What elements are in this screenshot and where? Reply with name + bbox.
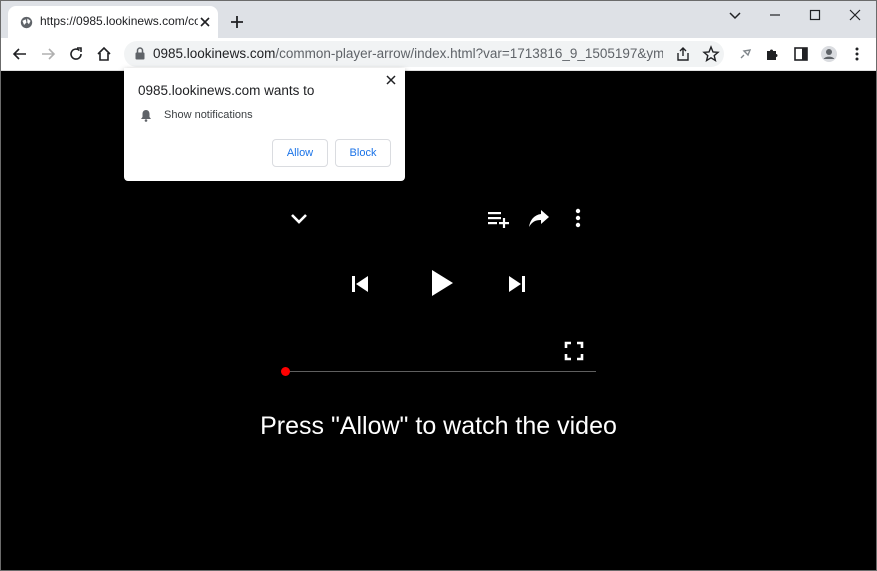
tab-title: https://0985.lookinews.com/com (40, 14, 198, 28)
lock-icon[interactable] (134, 47, 146, 60)
browser-toolbar: 0985.lookinews.com/common-player-arrow/i… (0, 38, 877, 71)
new-tab-icon[interactable] (229, 14, 245, 30)
profile-icon[interactable] (820, 45, 838, 63)
play-icon[interactable] (429, 268, 455, 298)
skip-previous-icon[interactable] (350, 273, 370, 295)
home-icon[interactable] (95, 45, 113, 63)
allow-prompt-message: Press "Allow" to watch the video (260, 412, 617, 440)
block-button[interactable]: Block (335, 139, 391, 167)
browser-tab[interactable]: https://0985.lookinews.com/com (8, 6, 218, 38)
forward-icon[interactable] (39, 45, 57, 63)
tab-search-chevron-icon[interactable] (727, 7, 743, 23)
url-text[interactable]: 0985.lookinews.com/common-player-arrow/i… (153, 46, 663, 61)
share-arrow-icon[interactable] (528, 208, 550, 228)
close-icon[interactable] (198, 15, 212, 29)
window-close-icon[interactable] (847, 7, 863, 23)
url-host: 0985.lookinews.com (153, 46, 276, 61)
menu-icon[interactable] (848, 45, 866, 63)
reload-icon[interactable] (67, 45, 85, 63)
skip-next-icon[interactable] (507, 273, 527, 295)
globe-icon (20, 16, 33, 29)
chevron-down-icon[interactable] (288, 208, 310, 230)
permission-label: Show notifications (164, 109, 253, 121)
back-icon[interactable] (11, 45, 29, 63)
allow-button[interactable]: Allow (272, 139, 328, 167)
close-icon[interactable] (385, 74, 397, 86)
progress-scrubber[interactable] (281, 367, 290, 376)
more-vert-icon[interactable] (570, 208, 586, 228)
url-path: /common-player-arrow/index.html?var=1713… (275, 46, 663, 61)
playlist-add-icon[interactable] (486, 208, 510, 230)
share-icon[interactable] (674, 45, 692, 63)
address-bar[interactable]: 0985.lookinews.com/common-player-arrow/i… (124, 41, 724, 67)
tab-strip: https://0985.lookinews.com/com (0, 0, 877, 38)
popup-title: 0985.lookinews.com wants to (138, 83, 315, 98)
maximize-icon[interactable] (807, 7, 823, 23)
notification-permission-popup: 0985.lookinews.com wants to Show notific… (124, 68, 405, 181)
pin-icon[interactable] (736, 45, 754, 63)
side-panel-icon[interactable] (792, 45, 810, 63)
extensions-icon[interactable] (764, 45, 782, 63)
bookmark-star-icon[interactable] (702, 45, 720, 63)
bell-icon (141, 110, 151, 122)
minimize-icon[interactable] (767, 7, 783, 23)
progress-bar[interactable] (285, 371, 596, 372)
fullscreen-icon[interactable] (564, 341, 584, 361)
